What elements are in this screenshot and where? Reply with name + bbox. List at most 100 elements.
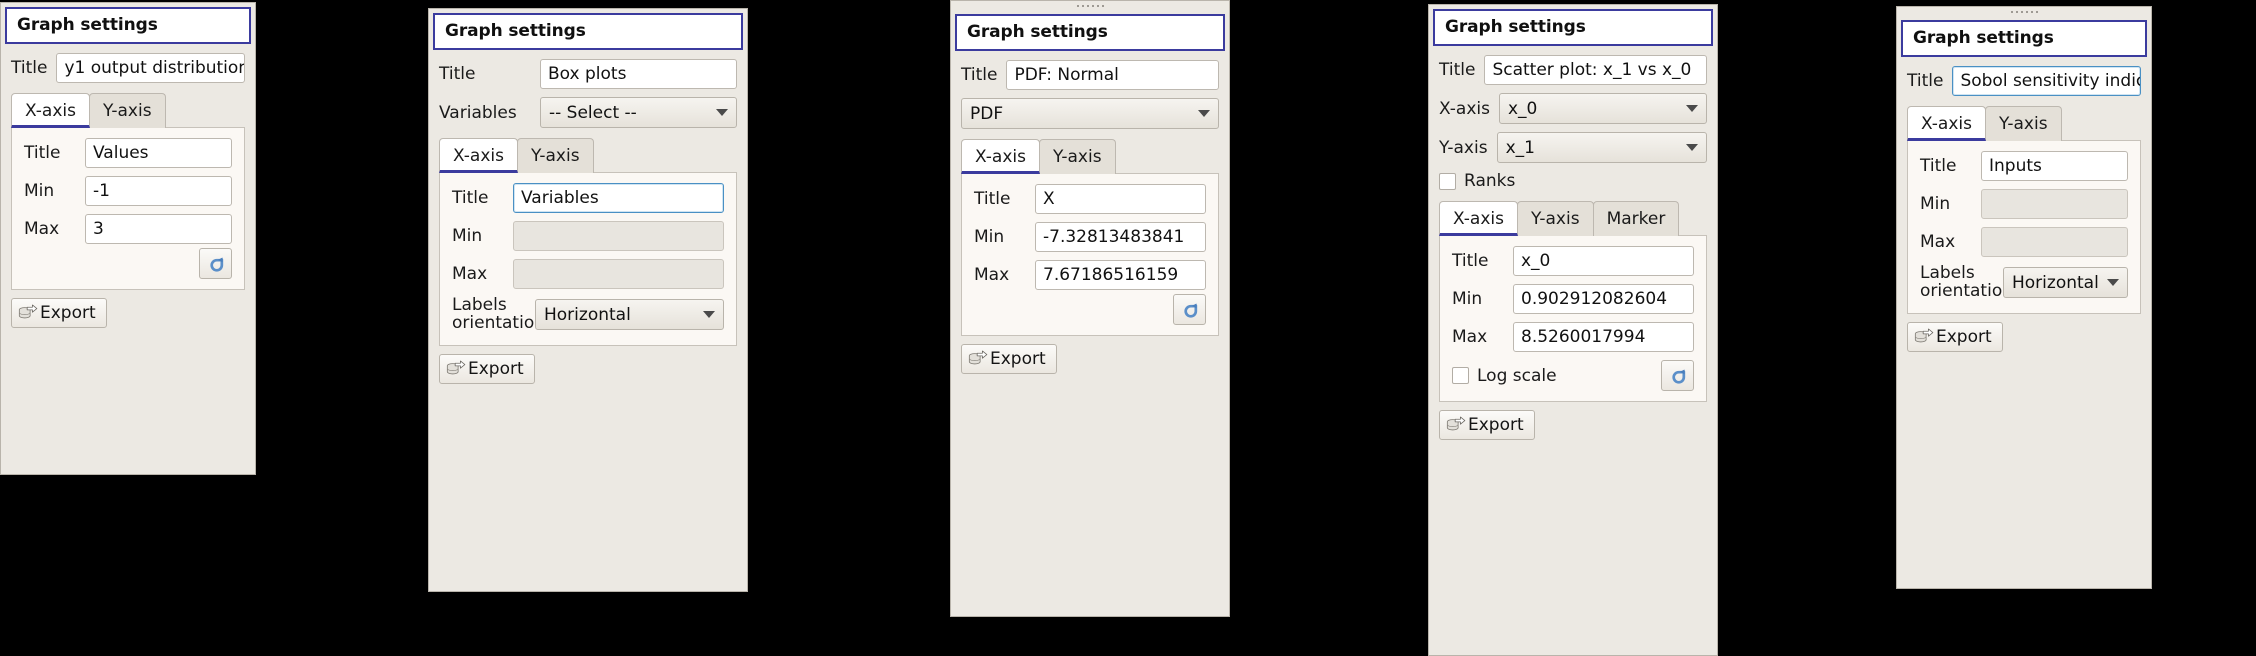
x-axis-tabpanel: Title Inputs Min Max Labels orientation … xyxy=(1907,140,2141,314)
axis-title-label: Title xyxy=(1920,156,1957,176)
export-label: Export xyxy=(40,303,96,323)
axis-tabs: X-axis Y-axis xyxy=(11,93,245,128)
title-input[interactable]: Box plots xyxy=(540,59,737,89)
axis-min-input[interactable] xyxy=(513,221,724,251)
chevron-down-icon xyxy=(2107,279,2119,287)
axis-title-input[interactable]: Variables xyxy=(513,183,724,213)
x-axis-tabpanel: Title X Min -7.32813483841 Max 7.6718651… xyxy=(961,173,1219,336)
panel-body: Title Sobol sensitivity indices: X-axis … xyxy=(1897,57,2151,588)
axis-min-row: Min xyxy=(1920,189,2128,219)
y-axis-variable-row: Y-axis x_1 xyxy=(1439,132,1707,163)
variables-select[interactable]: -- Select -- xyxy=(540,97,737,128)
export-label: Export xyxy=(1936,326,1992,347)
axis-min-input[interactable]: 0.902912082604 xyxy=(1513,284,1694,314)
axis-title-input[interactable]: X xyxy=(1035,184,1206,214)
chevron-down-icon xyxy=(1686,105,1698,112)
axis-title-label: Title xyxy=(452,188,489,208)
axis-min-input[interactable]: -7.32813483841 xyxy=(1035,222,1206,252)
title-label: Title xyxy=(1439,60,1476,80)
y-axis-variable-label: Y-axis xyxy=(1439,137,1488,158)
tab-y-axis[interactable]: Y-axis xyxy=(517,138,594,173)
y-axis-variable-select[interactable]: x_1 xyxy=(1496,132,1707,163)
axis-max-input[interactable]: 8.5260017994 xyxy=(1513,322,1694,352)
axis-max-label: Max xyxy=(452,264,488,284)
tab-x-axis[interactable]: X-axis xyxy=(1439,201,1518,236)
y-axis-variable-value: x_1 xyxy=(1505,137,1535,158)
axis-title-input[interactable]: Values xyxy=(85,138,232,168)
distribution-type-select[interactable]: PDF xyxy=(961,98,1219,129)
axis-title-row: Title Values xyxy=(24,138,232,168)
distribution-type-value: PDF xyxy=(970,103,1004,124)
axis-title-input[interactable]: x_0 xyxy=(1513,246,1694,276)
variables-value: -- Select -- xyxy=(549,102,637,123)
distribution-type-row: PDF xyxy=(961,98,1219,129)
panel-title: Graph settings xyxy=(433,13,743,50)
chevron-down-icon xyxy=(716,109,728,116)
tab-y-axis[interactable]: Y-axis xyxy=(89,93,166,128)
log-scale-checkbox[interactable]: Log scale xyxy=(1452,366,1557,386)
export-button[interactable]: Export xyxy=(961,344,1057,374)
tab-x-axis[interactable]: X-axis xyxy=(439,138,518,173)
export-button[interactable]: Export xyxy=(439,353,535,384)
axis-min-label: Min xyxy=(974,227,1005,247)
refresh-icon xyxy=(210,257,224,272)
export-database-icon xyxy=(1914,328,1934,343)
axis-max-input[interactable]: 7.67186516159 xyxy=(1035,260,1206,290)
refresh-button[interactable] xyxy=(199,248,232,279)
graph-settings-panel-scatter-plot: Graph settings Title Scatter plot: x_1 v… xyxy=(1428,4,1718,656)
title-input[interactable]: y1 output distribution xyxy=(56,53,245,83)
title-row: Title Box plots xyxy=(439,59,737,89)
tab-y-axis[interactable]: Y-axis xyxy=(1039,139,1116,174)
axis-max-input[interactable] xyxy=(513,259,724,289)
axis-min-label: Min xyxy=(24,181,55,201)
graph-settings-panel-box-plots: Graph settings Title Box plots Variables… xyxy=(428,8,748,592)
tab-y-axis[interactable]: Y-axis xyxy=(1517,201,1594,236)
title-label: Title xyxy=(1907,71,1944,91)
export-button[interactable]: Export xyxy=(1439,410,1535,440)
axis-max-input[interactable]: 3 xyxy=(85,214,232,244)
axis-title-input[interactable]: Inputs xyxy=(1981,151,2128,181)
x-axis-tabpanel: Title Values Min -1 Max 3 xyxy=(11,127,245,290)
x-axis-variable-select[interactable]: x_0 xyxy=(1499,93,1707,124)
graph-settings-panel-sobol-sensitivity: Graph settings Title Sobol sensitivity i… xyxy=(1896,6,2152,589)
export-label: Export xyxy=(1468,415,1524,435)
tab-x-axis[interactable]: X-axis xyxy=(11,93,90,128)
axis-title-label: Title xyxy=(974,189,1011,209)
panel-drag-handle[interactable] xyxy=(1897,7,2151,16)
ranks-checkbox[interactable]: Ranks xyxy=(1439,171,1515,191)
chevron-down-icon xyxy=(1686,144,1698,151)
axis-min-input[interactable]: -1 xyxy=(85,176,232,206)
export-button[interactable]: Export xyxy=(1907,321,2003,352)
title-row: Title y1 output distribution xyxy=(11,53,245,83)
axis-max-row: Max xyxy=(452,259,724,289)
axis-min-label: Min xyxy=(1920,194,1951,214)
panel-body: Title PDF: Normal PDF X-axis Y-axis Titl… xyxy=(951,51,1229,616)
checkbox-icon xyxy=(1452,367,1469,384)
refresh-button[interactable] xyxy=(1661,360,1694,391)
panel-drag-handle[interactable] xyxy=(951,1,1229,10)
title-input[interactable]: PDF: Normal xyxy=(1006,60,1219,90)
title-input[interactable]: Scatter plot: x_1 vs x_0 xyxy=(1484,55,1707,85)
refresh-button[interactable] xyxy=(1173,294,1206,325)
axis-tabs: X-axis Y-axis xyxy=(1907,106,2141,141)
tab-y-axis[interactable]: Y-axis xyxy=(1985,106,2062,141)
export-button[interactable]: Export xyxy=(11,298,107,328)
title-input[interactable]: Sobol sensitivity indices: xyxy=(1952,66,2141,96)
panel-body: Title Scatter plot: x_1 vs x_0 X-axis x_… xyxy=(1429,46,1717,655)
panel-title: Graph settings xyxy=(955,14,1225,51)
axis-tabs: X-axis Y-axis xyxy=(439,138,737,173)
tab-x-axis[interactable]: X-axis xyxy=(961,139,1040,174)
export-label: Export xyxy=(468,358,524,379)
labels-orientation-select[interactable]: Horizontal xyxy=(2003,267,2128,299)
labels-orientation-select[interactable]: Horizontal xyxy=(535,299,724,331)
log-scale-label: Log scale xyxy=(1477,365,1557,386)
axis-max-input[interactable] xyxy=(1981,227,2128,257)
panel-body: Title y1 output distribution X-axis Y-ax… xyxy=(1,44,255,474)
tab-marker[interactable]: Marker xyxy=(1592,201,1680,236)
axis-min-input[interactable] xyxy=(1981,189,2128,219)
tab-x-axis[interactable]: X-axis xyxy=(1907,106,1986,141)
x-axis-variable-row: X-axis x_0 xyxy=(1439,93,1707,124)
title-row: Title Scatter plot: x_1 vs x_0 xyxy=(1439,55,1707,85)
